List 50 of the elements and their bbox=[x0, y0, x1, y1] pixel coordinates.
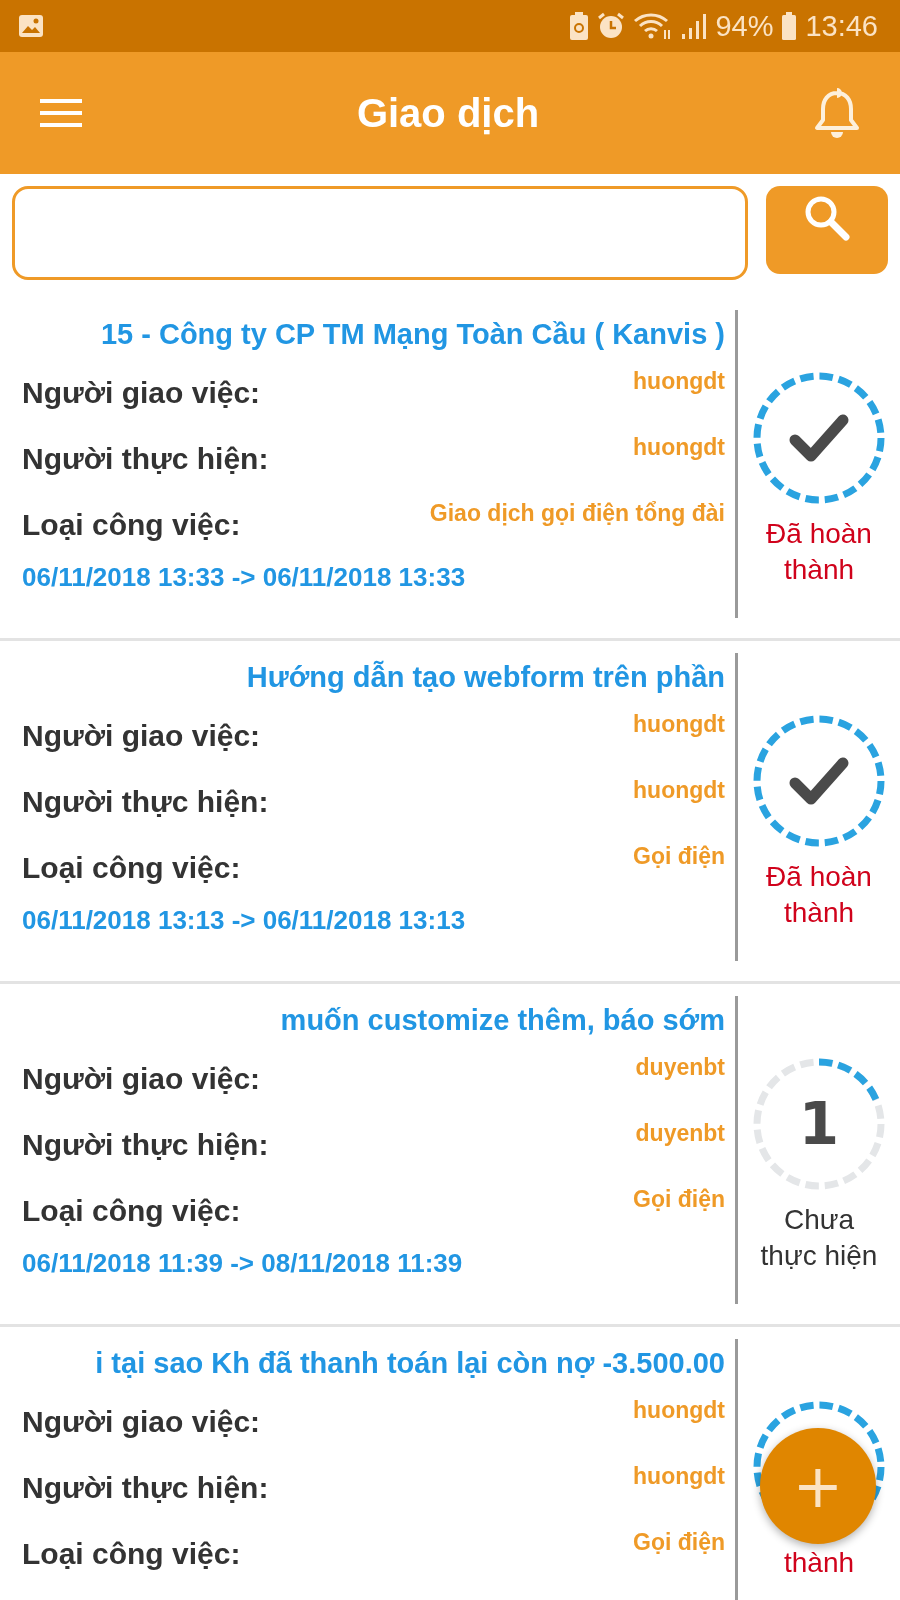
field-value: Gọi điện bbox=[633, 842, 725, 870]
field-value: huongdt bbox=[633, 776, 725, 804]
field-value: huongdt bbox=[633, 433, 725, 461]
bell-icon[interactable] bbox=[814, 86, 860, 140]
field-label: Loại công việc: bbox=[22, 850, 241, 885]
field-label: Người giao việc: bbox=[22, 1061, 261, 1096]
field-label: Người thực hiện: bbox=[22, 784, 269, 819]
signal-icon bbox=[681, 12, 708, 40]
menu-icon[interactable] bbox=[40, 98, 82, 128]
field-label: Người thực hiện: bbox=[22, 1127, 269, 1162]
field-value: huongdt bbox=[633, 367, 725, 395]
image-icon bbox=[18, 14, 44, 38]
clock-time: 13:46 bbox=[805, 9, 878, 43]
field-value: huongdt bbox=[633, 710, 725, 738]
task-title[interactable]: 15 - Công ty CP TM Mạng Toàn Cầu ( Kanvis ) bbox=[22, 310, 725, 358]
task-title[interactable]: i tại sao Kh đã thanh toán lại còn nợ -3.500.00 bbox=[22, 1339, 725, 1387]
field-label: Loại công việc: bbox=[22, 1536, 241, 1571]
status-text: Chưa thực hiện bbox=[759, 1203, 879, 1273]
battery-icon bbox=[781, 12, 798, 40]
count-number: 1 bbox=[798, 1090, 840, 1158]
field-value: huongdt bbox=[633, 1462, 725, 1490]
battery-saver-icon bbox=[569, 12, 590, 40]
field-label: Loại công việc: bbox=[22, 1193, 241, 1228]
field-value: Gọi điện bbox=[633, 1185, 725, 1213]
field-label: Người thực hiện: bbox=[22, 441, 269, 476]
field-value: Gọi điện bbox=[633, 1528, 725, 1556]
field-label: Loại công việc: bbox=[22, 507, 241, 542]
search-icon bbox=[803, 194, 851, 242]
battery-percent: 94% bbox=[715, 9, 774, 43]
field-label: Người giao việc: bbox=[22, 375, 261, 410]
search-field[interactable] bbox=[12, 186, 748, 280]
date-range: 06/11/2018 11:39 -> 08/11/2018 11:39 bbox=[22, 1248, 464, 1279]
field-label: Người thực hiện: bbox=[22, 1470, 269, 1505]
date-range: 06/11/2018 13:33 -> 06/11/2018 13:33 bbox=[22, 562, 467, 593]
screen-title: Giao dịch bbox=[356, 90, 540, 136]
field-value: duyenbt bbox=[635, 1119, 725, 1147]
alarm-icon bbox=[597, 12, 626, 40]
task-title[interactable]: muốn customize thêm, báo sớm bbox=[22, 996, 725, 1044]
add-button[interactable]: + bbox=[760, 1428, 876, 1544]
task-title[interactable]: Hướng dẫn tạo webform trên phần bbox=[22, 653, 725, 701]
status-text: Đã hoàn thành bbox=[765, 860, 873, 930]
field-label: Người giao việc: bbox=[22, 1404, 261, 1439]
status-text: Đã hoàn thành bbox=[765, 517, 873, 587]
field-value: huongdt bbox=[633, 1396, 725, 1424]
date-range: 06/11/2018 13:13 -> 06/11/2018 13:13 bbox=[22, 905, 467, 936]
search-button[interactable] bbox=[766, 186, 888, 274]
status-text: thành bbox=[782, 1546, 856, 1580]
field-label: Người giao việc: bbox=[22, 718, 261, 753]
field-value: Giao dịch gọi điện tổng đài bbox=[429, 499, 725, 527]
field-value: duyenbt bbox=[635, 1053, 725, 1081]
